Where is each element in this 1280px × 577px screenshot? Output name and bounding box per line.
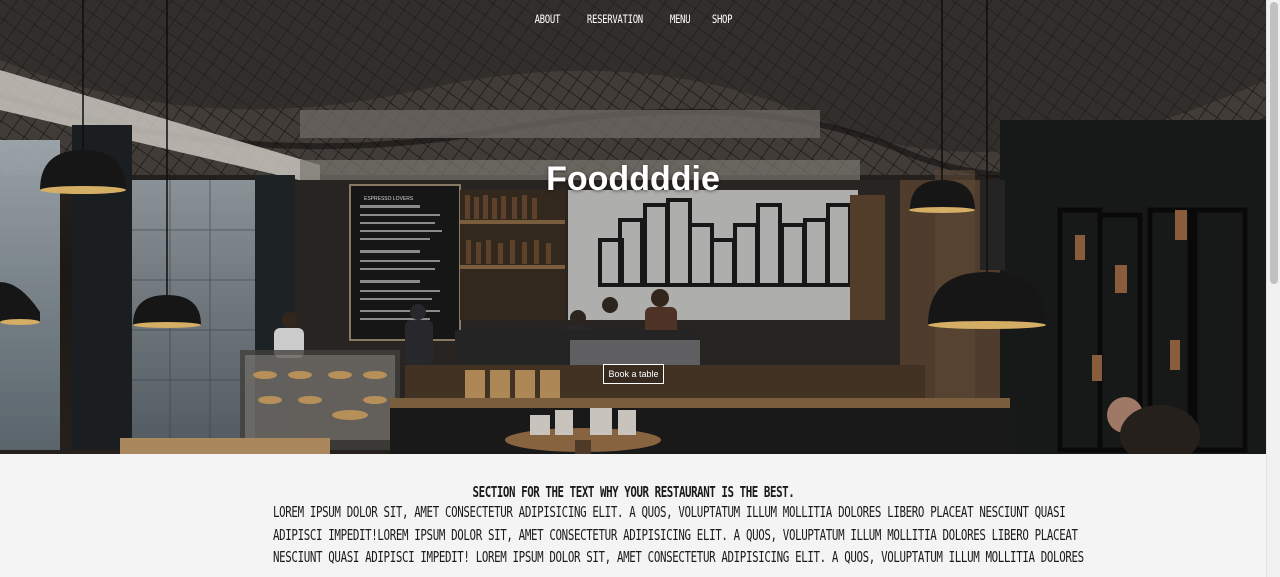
section-heading: SECTION FOR THE TEXT WHY YOUR RESTAURANT…	[472, 483, 794, 501]
nav-shop-link[interactable]: SHOP	[712, 12, 733, 26]
section-body-line: ADIPISCI IMPEDIT!LOREM IPSUM DOLOR SIT, …	[273, 525, 1078, 544]
page: ESPRESSO LOVERS ABOUT RESERVATION MENU S…	[0, 0, 1280, 577]
scrollbar-thumb[interactable]	[1270, 2, 1278, 284]
vertical-scrollbar[interactable]	[1266, 0, 1280, 577]
section-body-line: NESCIUNT QUASI ADIPISCI IMPEDIT! LOREM I…	[273, 548, 1084, 566]
hero-background-image: ESPRESSO LOVERS	[0, 0, 1266, 454]
nav-menu-link[interactable]: MENU	[670, 12, 691, 26]
nav-about-link[interactable]: ABOUT	[534, 12, 560, 26]
about-section: SECTION FOR THE TEXT WHY YOUR RESTAURANT…	[0, 454, 1266, 577]
nav-reservation-link[interactable]: RESERVATION	[587, 12, 643, 26]
section-body: LOREM IPSUM DOLOR SIT, AMET CONSECTETUR …	[133, 501, 1133, 569]
hero-section: ESPRESSO LOVERS ABOUT RESERVATION MENU S…	[0, 0, 1266, 454]
hero-title: Fooddddie	[546, 160, 720, 198]
main-nav: ABOUT RESERVATION MENU SHOP	[0, 12, 1266, 26]
book-table-button[interactable]: Book a table	[603, 364, 664, 384]
section-body-line: LOREM IPSUM DOLOR SIT, AMET CONSECTETUR …	[273, 503, 1066, 521]
